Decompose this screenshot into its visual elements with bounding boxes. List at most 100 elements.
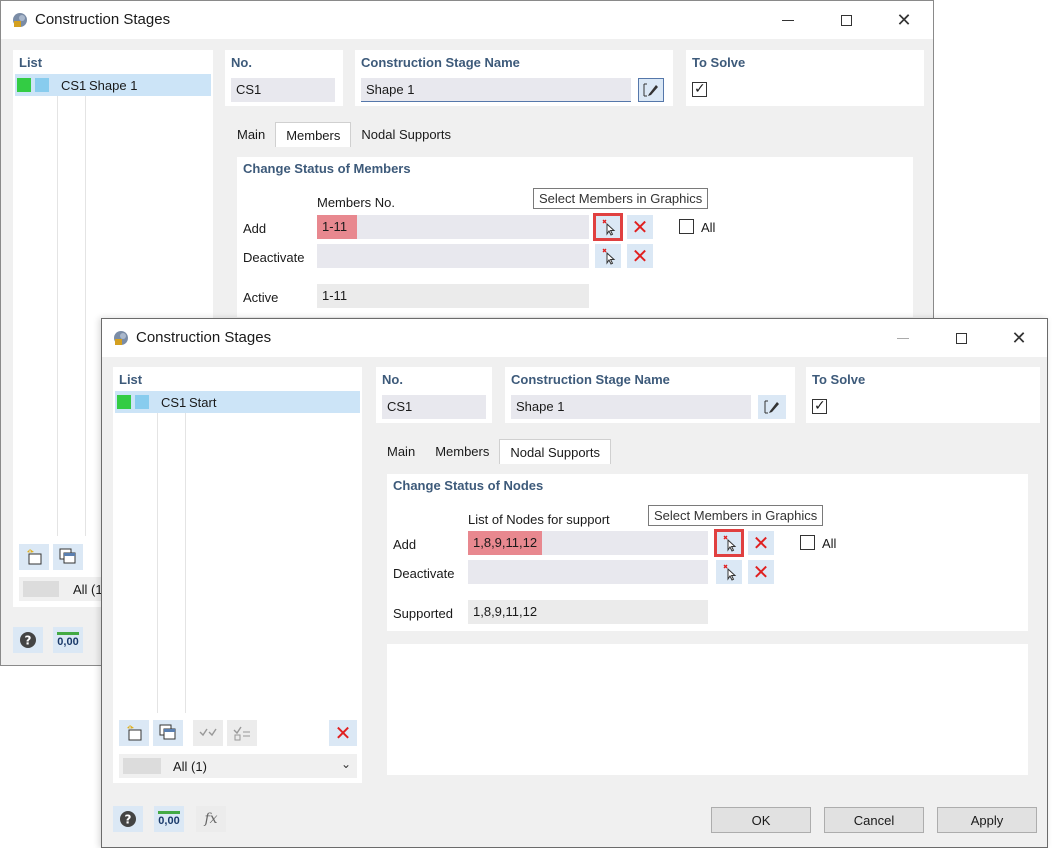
ok-button[interactable]: OK bbox=[711, 807, 811, 833]
stage-color-blue bbox=[35, 78, 49, 92]
select-deactivate-button[interactable] bbox=[716, 560, 742, 584]
delete-x-icon: ✕ bbox=[631, 245, 649, 268]
maximize-button[interactable] bbox=[817, 1, 875, 39]
select-cursor-icon bbox=[723, 564, 737, 581]
app-icon bbox=[114, 331, 128, 345]
minimize-button[interactable] bbox=[759, 1, 817, 39]
tab-nodal-supports[interactable]: Nodal Supports bbox=[351, 122, 461, 148]
clear-add-button[interactable]: ✕ bbox=[748, 531, 774, 555]
number-header: No. bbox=[382, 372, 403, 387]
filter-swatch bbox=[23, 581, 59, 597]
construction-stages-dialog: Construction Stages ✕ List CS1 Start ✕ A… bbox=[101, 318, 1048, 848]
clear-deactivate-button[interactable]: ✕ bbox=[627, 244, 653, 268]
minimize-icon bbox=[782, 19, 794, 21]
select-cursor-icon bbox=[602, 248, 616, 265]
edit-name-button[interactable] bbox=[758, 395, 786, 419]
list-item[interactable]: CS1 Start bbox=[115, 391, 360, 413]
help-button[interactable]: ? bbox=[13, 627, 43, 653]
edit-name-button[interactable] bbox=[638, 78, 664, 102]
delete-stage-button[interactable]: ✕ bbox=[329, 720, 357, 746]
name-header: Construction Stage Name bbox=[361, 55, 520, 70]
list-item[interactable]: CS1 Shape 1 bbox=[15, 74, 211, 96]
tab-members[interactable]: Members bbox=[425, 439, 500, 465]
delete-x-icon: ✕ bbox=[334, 722, 352, 745]
to-solve-panel: To Solve ✓ bbox=[686, 50, 924, 106]
all-label: All bbox=[701, 220, 716, 235]
tab-members[interactable]: Members bbox=[275, 122, 352, 148]
select-cursor-icon bbox=[602, 219, 616, 236]
units-button[interactable]: 0,00 bbox=[53, 627, 83, 653]
active-members-field: 1-11 bbox=[317, 284, 589, 308]
to-solve-checkbox[interactable]: ✓ bbox=[812, 397, 827, 414]
check-all-button[interactable] bbox=[193, 720, 223, 746]
cancel-button[interactable]: Cancel bbox=[824, 807, 924, 833]
tab-main[interactable]: Main bbox=[227, 122, 276, 148]
stage-name-input[interactable]: Shape 1 bbox=[511, 395, 751, 419]
select-in-graphics-tooltip: Select Members in Graphics bbox=[648, 505, 824, 526]
maximize-button[interactable] bbox=[932, 319, 990, 357]
new-stage-icon bbox=[127, 725, 142, 741]
select-in-graphics-tooltip: Select Members in Graphics bbox=[533, 188, 709, 209]
minimize-button[interactable] bbox=[874, 319, 932, 357]
tab-bar: Main Members Nodal Supports bbox=[227, 122, 461, 148]
select-in-graphics-button[interactable] bbox=[593, 213, 623, 241]
name-header: Construction Stage Name bbox=[511, 372, 670, 387]
deactivate-members-input[interactable] bbox=[317, 244, 589, 268]
clear-add-button[interactable]: ✕ bbox=[627, 215, 653, 239]
tab-nodal-supports[interactable]: Nodal Supports bbox=[499, 439, 611, 465]
tab-main[interactable]: Main bbox=[377, 439, 426, 465]
to-solve-panel: To Solve ✓ bbox=[806, 367, 1040, 423]
deactivate-nodes-input[interactable] bbox=[468, 560, 708, 584]
delete-x-icon: ✕ bbox=[752, 532, 770, 555]
list-divider bbox=[85, 96, 86, 536]
formula-button[interactable]: fx bbox=[196, 806, 226, 832]
copy-stage-button[interactable] bbox=[53, 544, 83, 570]
new-stage-icon bbox=[27, 549, 42, 565]
copy-stage-button[interactable] bbox=[153, 720, 183, 746]
number-field[interactable]: CS1 bbox=[231, 78, 335, 102]
number-field[interactable]: CS1 bbox=[382, 395, 486, 419]
new-stage-button[interactable] bbox=[119, 720, 149, 746]
close-button[interactable]: ✕ bbox=[990, 319, 1047, 357]
help-icon: ? bbox=[120, 811, 136, 827]
filter-swatch bbox=[123, 758, 161, 774]
units-button[interactable]: 0,00 bbox=[154, 806, 184, 832]
all-label: All bbox=[822, 536, 837, 551]
maximize-icon bbox=[840, 14, 852, 26]
uncheck-all-icon bbox=[233, 726, 250, 741]
edit-pencil-icon bbox=[764, 400, 779, 414]
new-stage-button[interactable] bbox=[19, 544, 49, 570]
minimize-icon bbox=[897, 337, 909, 339]
number-panel: No. CS1 bbox=[376, 367, 492, 423]
close-button[interactable]: ✕ bbox=[875, 1, 933, 39]
app-icon bbox=[13, 13, 27, 27]
column-label: Members No. bbox=[317, 195, 396, 210]
check-all-icon bbox=[199, 728, 217, 737]
all-checkbox[interactable] bbox=[679, 219, 694, 234]
add-label: Add bbox=[243, 221, 267, 236]
clear-deactivate-button[interactable]: ✕ bbox=[748, 560, 774, 584]
help-button[interactable]: ? bbox=[113, 806, 143, 832]
select-in-graphics-button[interactable] bbox=[714, 529, 744, 557]
list-divider bbox=[57, 96, 58, 536]
window-title: Construction Stages bbox=[136, 329, 272, 346]
maximize-icon bbox=[955, 332, 967, 344]
stage-color-blue bbox=[135, 395, 149, 409]
add-members-input[interactable]: 1-11 bbox=[317, 215, 589, 239]
list-filter-select[interactable]: All (1) ⌄ bbox=[119, 754, 357, 778]
help-icon: ? bbox=[20, 632, 36, 648]
stage-color-green bbox=[117, 395, 131, 409]
uncheck-all-button[interactable] bbox=[227, 720, 257, 746]
apply-button[interactable]: Apply bbox=[937, 807, 1037, 833]
title-bar: Construction Stages ✕ bbox=[102, 319, 1047, 357]
svg-text:?: ? bbox=[25, 634, 32, 648]
edit-pencil-icon bbox=[643, 83, 658, 97]
all-checkbox[interactable] bbox=[800, 535, 815, 550]
fx-icon: fx bbox=[204, 811, 218, 827]
add-nodes-input[interactable]: 1,8,9,11,12 bbox=[468, 531, 708, 555]
to-solve-checkbox[interactable]: ✓ bbox=[692, 80, 707, 97]
select-deactivate-button[interactable] bbox=[595, 244, 621, 268]
stage-name-input[interactable]: Shape 1 bbox=[361, 78, 631, 102]
list-header: List bbox=[119, 372, 143, 387]
check-icon: ✓ bbox=[694, 80, 706, 96]
